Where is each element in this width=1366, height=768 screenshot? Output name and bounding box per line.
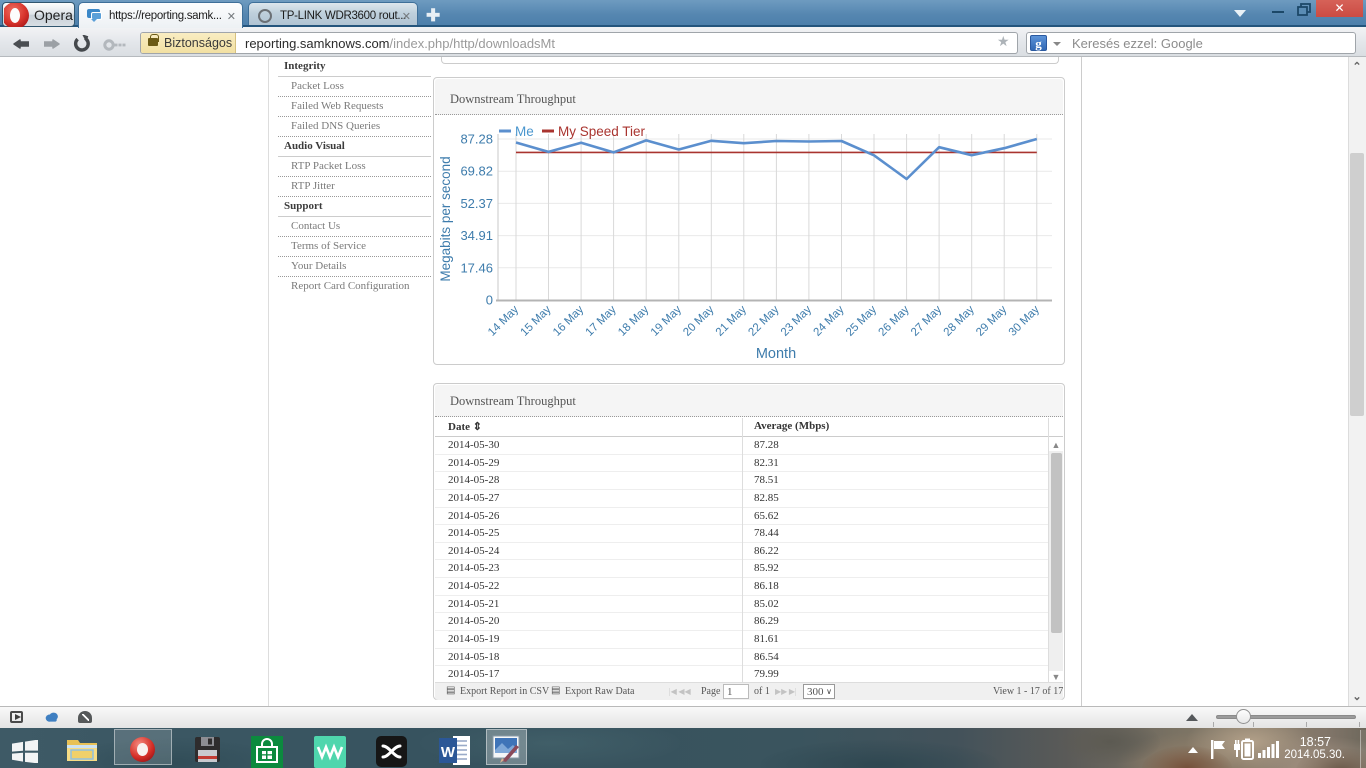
svg-text:34.91: 34.91 xyxy=(460,228,493,243)
svg-text:24 May: 24 May xyxy=(811,303,846,338)
svg-text:52.37: 52.37 xyxy=(460,196,493,211)
svg-text:18 May: 18 May xyxy=(616,303,651,338)
svg-text:22 May: 22 May xyxy=(746,303,781,338)
svg-text:23 May: 23 May xyxy=(779,303,814,338)
svg-text:My Speed Tier: My Speed Tier xyxy=(558,124,646,139)
svg-text:0: 0 xyxy=(486,293,493,308)
svg-text:Megabits per second: Megabits per second xyxy=(438,156,453,281)
svg-text:28 May: 28 May xyxy=(942,303,977,338)
svg-text:30 May: 30 May xyxy=(1007,303,1042,338)
svg-text:19 May: 19 May xyxy=(649,303,684,338)
svg-text:26 May: 26 May xyxy=(877,303,912,338)
svg-text:17 May: 17 May xyxy=(584,303,619,338)
svg-text:W: W xyxy=(441,744,456,761)
svg-text:17.46: 17.46 xyxy=(460,260,493,275)
svg-text:25 May: 25 May xyxy=(844,303,879,338)
svg-text:69.82: 69.82 xyxy=(460,164,493,179)
svg-text:Me: Me xyxy=(515,124,534,139)
svg-text:20 May: 20 May xyxy=(681,303,716,338)
svg-text:16 May: 16 May xyxy=(551,303,586,338)
svg-text:14 May: 14 May xyxy=(486,303,521,338)
svg-text:29 May: 29 May xyxy=(974,303,1009,338)
svg-text:27 May: 27 May xyxy=(909,303,944,338)
svg-text:Month: Month xyxy=(756,346,796,362)
svg-text:15 May: 15 May xyxy=(518,303,553,338)
svg-text:87.28: 87.28 xyxy=(460,132,493,147)
svg-text:21 May: 21 May xyxy=(714,303,749,338)
